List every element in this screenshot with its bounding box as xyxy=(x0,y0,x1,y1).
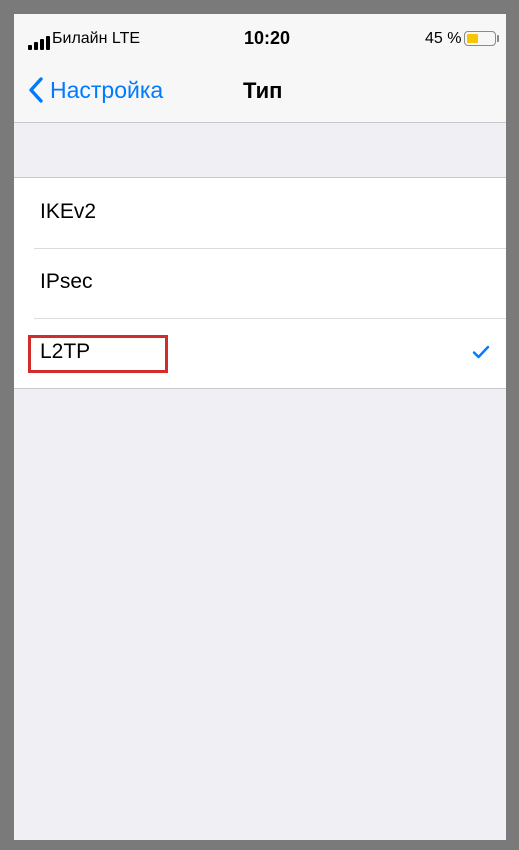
option-label: IPsec xyxy=(40,270,93,293)
back-button[interactable]: Настройка xyxy=(28,70,163,110)
battery-fill xyxy=(467,34,478,43)
option-l2tp[interactable]: L2TP xyxy=(14,318,506,388)
page-title: Тип xyxy=(243,78,283,103)
vpn-type-list: IKEv2 IPsec L2TP xyxy=(14,177,506,389)
back-label: Настройка xyxy=(50,76,164,103)
carrier-label: Билайн LTE xyxy=(52,30,141,47)
option-label: L2TP xyxy=(40,340,91,363)
option-label: IKEv2 xyxy=(40,200,97,223)
battery-icon xyxy=(464,31,496,46)
device-frame: Билайн LTE 10:20 45 % Настройка Тип IKEv… xyxy=(0,0,519,850)
checkmark-icon xyxy=(472,345,490,359)
status-time: 10:20 xyxy=(244,28,291,48)
battery-tip xyxy=(497,35,499,42)
status-bar: Билайн LTE 10:20 45 % xyxy=(14,14,506,58)
signal-icon xyxy=(28,36,50,50)
battery-percent: 45 % xyxy=(425,30,462,47)
chevron-left-icon xyxy=(29,77,43,103)
option-ipsec[interactable]: IPsec xyxy=(14,248,506,318)
screen: Билайн LTE 10:20 45 % Настройка Тип IKEv… xyxy=(14,14,506,840)
navigation-bar: Настройка Тип xyxy=(14,58,506,123)
option-ikev2[interactable]: IKEv2 xyxy=(14,178,506,248)
